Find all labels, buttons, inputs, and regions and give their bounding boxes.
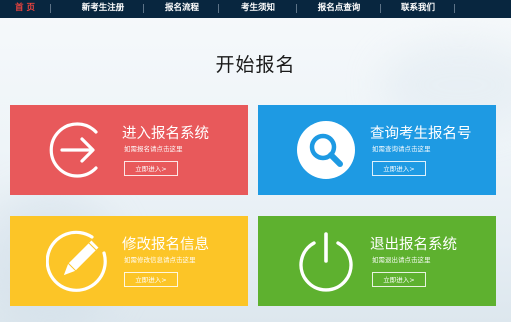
card-enter-registration[interactable]: 进入报名系统 如需报名请点击这里 立即进入>	[10, 105, 248, 195]
nav-item-home[interactable]: 首 页	[8, 0, 42, 18]
power-icon	[299, 232, 353, 292]
nav-divider	[296, 4, 297, 13]
search-icon	[297, 121, 355, 179]
page-title: 开始报名	[215, 54, 296, 76]
card-title: 退出报名系统	[370, 237, 457, 253]
card-title: 进入报名系统	[122, 126, 209, 142]
exit-registration-button[interactable]: 立即进入>	[372, 272, 426, 287]
nav-item-register[interactable]: 新考生注册	[70, 0, 136, 18]
card-description: 如需退出请点击这里	[372, 256, 431, 264]
nav-item-notice[interactable]: 考生须知	[230, 0, 286, 18]
pencil-circle-icon	[46, 230, 107, 292]
query-number-button[interactable]: 立即进入>	[372, 161, 426, 176]
arrow-right-circle-icon	[49, 122, 98, 178]
modify-info-button[interactable]: 立即进入>	[124, 272, 178, 287]
card-modify-info[interactable]: 修改报名信息 如需修改信息请点击这里 立即进入>	[10, 216, 248, 306]
card-description: 如需修改信息请点击这里	[124, 256, 196, 264]
nav-divider	[143, 4, 144, 13]
nav-divider	[218, 4, 219, 13]
nav-item-process[interactable]: 报名流程	[154, 0, 210, 18]
nav-item-location-query[interactable]: 报名点查询	[307, 0, 371, 18]
nav-divider	[50, 4, 51, 13]
card-description: 如需查询请点击这里	[372, 145, 431, 153]
card-exit-registration[interactable]: 退出报名系统 如需退出请点击这里 立即进入>	[258, 216, 496, 306]
card-title: 查询考生报名号	[370, 126, 472, 142]
top-nav: 首 页 新考生注册 报名流程 考生须知 报名点查询 联系我们	[0, 0, 511, 18]
card-description: 如需报名请点击这里	[124, 145, 183, 153]
nav-item-contact[interactable]: 联系我们	[390, 0, 446, 18]
nav-divider	[454, 4, 455, 13]
nav-divider	[380, 4, 381, 13]
card-title: 修改报名信息	[122, 237, 209, 253]
card-query-number[interactable]: 查询考生报名号 如需查询请点击这里 立即进入>	[258, 105, 496, 195]
enter-registration-button[interactable]: 立即进入>	[124, 161, 178, 176]
